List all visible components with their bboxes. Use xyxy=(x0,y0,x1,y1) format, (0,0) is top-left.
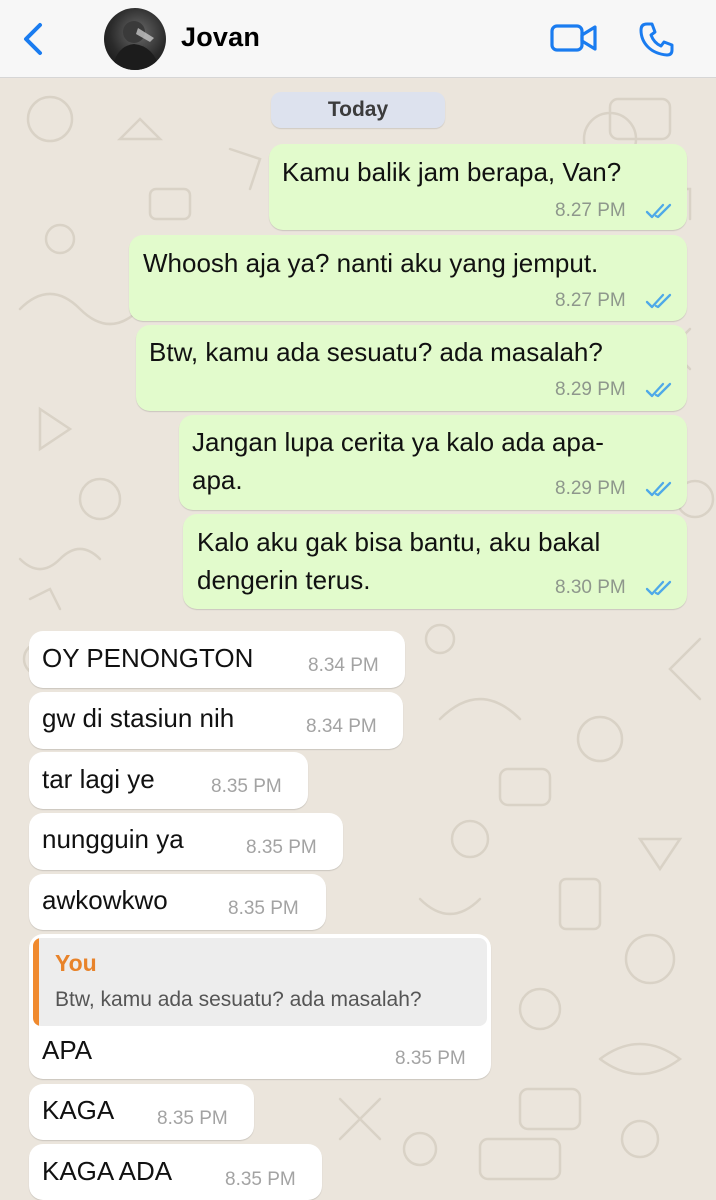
message-bubble-incoming-reply[interactable]: You Btw, kamu ada sesuatu? ada masalah? … xyxy=(29,934,491,1079)
avatar-image xyxy=(112,21,160,70)
chat-header: Jovan xyxy=(0,0,716,78)
message-bubble-incoming[interactable]: KAGA ADA 8.35 PM xyxy=(29,1144,322,1200)
chevron-left-icon xyxy=(24,23,42,55)
message-time: 8.35 PM xyxy=(246,837,317,858)
message-text-line: dengerin terus. xyxy=(197,565,371,595)
message-text: OY PENONGTON xyxy=(42,643,254,673)
message-bubble-outgoing[interactable]: Kamu balik jam berapa, Van? 8.27 PM xyxy=(269,144,687,230)
message-time: 8.27 PM xyxy=(555,290,626,311)
message-text-line: Jangan lupa cerita ya kalo ada apa- xyxy=(192,427,604,457)
message-bubble-incoming[interactable]: tar lagi ye 8.35 PM xyxy=(29,752,308,809)
voice-call-button[interactable] xyxy=(638,20,676,58)
message-time: 8.35 PM xyxy=(228,898,299,919)
message-time: 8.35 PM xyxy=(211,776,282,797)
quote-text: Btw, kamu ada sesuatu? ada masalah? xyxy=(55,988,422,1011)
message-time: 8.30 PM xyxy=(555,577,626,598)
read-receipt-icon xyxy=(645,382,672,398)
message-text: awkowkwo xyxy=(42,885,168,915)
message-time: 8.35 PM xyxy=(157,1108,228,1129)
read-receipt-icon xyxy=(645,580,672,596)
message-text: Whoosh aja ya? nanti aku yang jemput. xyxy=(143,248,599,278)
message-bubble-incoming[interactable]: awkowkwo 8.35 PM xyxy=(29,874,326,930)
message-bubble-incoming[interactable]: gw di stasiun nih 8.34 PM xyxy=(29,692,403,749)
read-receipt-icon xyxy=(645,203,672,219)
message-time: 8.29 PM xyxy=(555,478,626,499)
message-text: gw di stasiun nih xyxy=(42,703,235,733)
message-time: 8.27 PM xyxy=(555,200,626,221)
message-text: KAGA xyxy=(42,1095,115,1125)
back-button[interactable] xyxy=(20,22,48,56)
message-bubble-outgoing[interactable]: Jangan lupa cerita ya kalo ada apa- apa.… xyxy=(179,415,687,510)
date-separator: Today xyxy=(271,92,445,128)
phone-icon xyxy=(639,22,674,57)
contact-name[interactable]: Jovan xyxy=(181,22,260,53)
read-receipt-icon xyxy=(645,481,672,497)
message-text-line: Kalo aku gak bisa bantu, aku bakal xyxy=(197,527,601,557)
message-time: 8.34 PM xyxy=(308,655,379,676)
message-bubble-incoming[interactable]: KAGA 8.35 PM xyxy=(29,1084,254,1140)
quote-accent-bar xyxy=(33,938,39,1026)
message-bubble-outgoing[interactable]: Btw, kamu ada sesuatu? ada masalah? 8.29… xyxy=(136,325,687,411)
message-text: nungguin ya xyxy=(42,824,184,854)
message-text: KAGA ADA xyxy=(42,1156,173,1186)
message-text: APA xyxy=(42,1035,93,1065)
message-bubble-outgoing[interactable]: Kalo aku gak bisa bantu, aku bakal denge… xyxy=(183,514,687,609)
quoted-message[interactable]: You Btw, kamu ada sesuatu? ada masalah? xyxy=(33,938,487,1026)
message-bubble-incoming[interactable]: OY PENONGTON 8.34 PM xyxy=(29,631,405,688)
quote-author: You xyxy=(55,950,97,976)
video-camera-icon xyxy=(550,24,597,52)
message-text: Btw, kamu ada sesuatu? ada masalah? xyxy=(149,337,603,367)
message-time: 8.29 PM xyxy=(555,379,626,400)
message-text: tar lagi ye xyxy=(42,764,155,794)
message-bubble-incoming[interactable]: nungguin ya 8.35 PM xyxy=(29,813,343,870)
message-time: 8.35 PM xyxy=(395,1048,466,1069)
video-call-button[interactable] xyxy=(550,22,598,54)
message-time: 8.35 PM xyxy=(225,1169,296,1190)
contact-avatar[interactable] xyxy=(104,8,166,70)
message-text: Kamu balik jam berapa, Van? xyxy=(282,157,622,187)
read-receipt-icon xyxy=(645,293,672,309)
message-bubble-outgoing[interactable]: Whoosh aja ya? nanti aku yang jemput. 8.… xyxy=(129,235,687,321)
message-time: 8.34 PM xyxy=(306,716,377,737)
message-text-line: apa. xyxy=(192,465,243,495)
